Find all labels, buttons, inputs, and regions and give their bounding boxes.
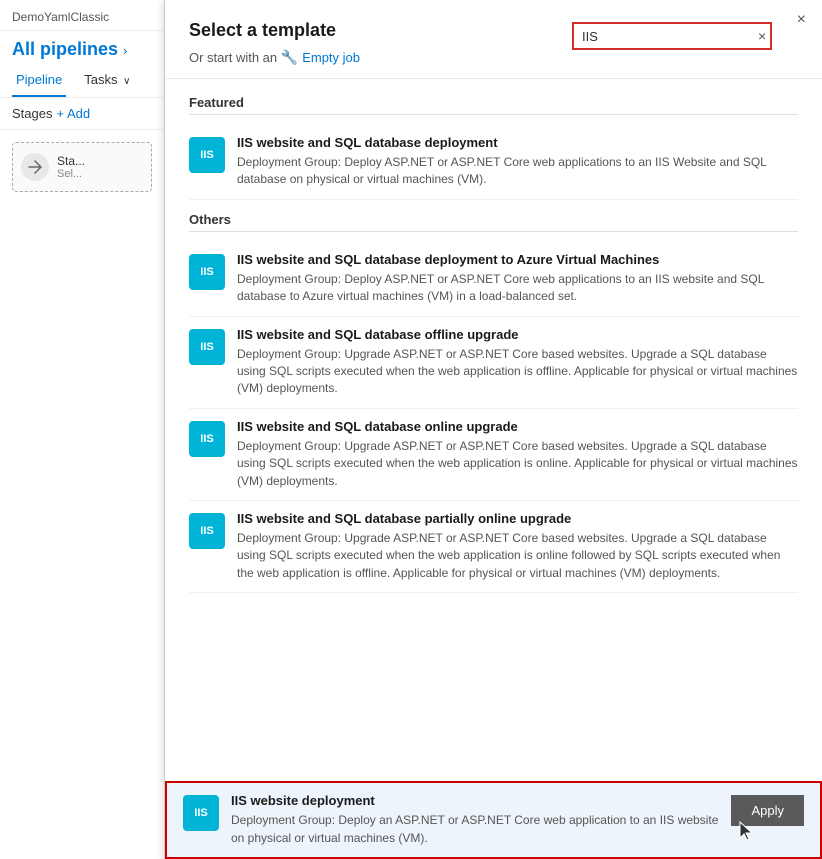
search-clear-icon[interactable]: ×	[758, 28, 766, 44]
tasks-chevron-icon: ∨	[123, 76, 130, 87]
template-desc-others-1: Deployment Group: Upgrade ASP.NET or ASP…	[237, 346, 798, 398]
template-modal: × × Select a template Or start with an 🔧…	[165, 0, 822, 859]
template-name-others-0: IIS website and SQL database deployment …	[237, 252, 798, 267]
breadcrumb[interactable]: All pipelines ›	[0, 31, 164, 64]
modal-content: Featured IIS IIS website and SQL databas…	[165, 79, 822, 859]
template-item-others-2[interactable]: IIS IIS website and SQL database online …	[189, 409, 798, 501]
sidebar: DemoYamlClassic All pipelines › Pipeline…	[0, 0, 165, 859]
sidebar-nav: Pipeline Tasks ∨	[0, 64, 164, 98]
selected-template-row[interactable]: IIS IIS website deployment Deployment Gr…	[165, 781, 822, 859]
template-name-others-2: IIS website and SQL database online upgr…	[237, 419, 798, 434]
others-label: Others	[189, 212, 798, 232]
others-section: Others IIS IIS website and SQL database …	[189, 212, 798, 593]
apply-button[interactable]: Apply	[731, 795, 804, 826]
stages-bar: Stages + Add	[0, 98, 164, 130]
template-name-others-3: IIS website and SQL database partially o…	[237, 511, 798, 526]
app-name: DemoYamlClassic	[0, 0, 164, 31]
stage-title: Sta...	[57, 154, 85, 168]
template-item-others-1[interactable]: IIS IIS website and SQL database offline…	[189, 317, 798, 409]
search-container: ×	[572, 22, 772, 50]
template-name-others-1: IIS website and SQL database offline upg…	[237, 327, 798, 342]
template-desc-others-0: Deployment Group: Deploy ASP.NET or ASP.…	[237, 271, 798, 306]
template-item-featured-0[interactable]: IIS IIS website and SQL database deploym…	[189, 125, 798, 200]
template-desc-others-2: Deployment Group: Upgrade ASP.NET or ASP…	[237, 438, 798, 490]
search-input[interactable]	[582, 29, 758, 44]
selected-template-name: IIS website deployment	[231, 793, 719, 808]
iis-badge-others-3: IIS	[189, 513, 225, 549]
iis-badge-others-0: IIS	[189, 254, 225, 290]
add-stage-button[interactable]: + Add	[56, 106, 90, 121]
close-button[interactable]: ×	[797, 12, 806, 28]
stage-icon	[21, 153, 49, 181]
iis-badge-others-1: IIS	[189, 329, 225, 365]
template-desc-others-3: Deployment Group: Upgrade ASP.NET or ASP…	[237, 530, 798, 582]
sidebar-nav-tasks[interactable]: Tasks ∨	[80, 64, 134, 97]
iis-badge-featured-0: IIS	[189, 137, 225, 173]
modal-subtitle: Or start with an 🔧 Empty job	[189, 49, 798, 66]
stage-subtitle: Sel...	[57, 168, 85, 180]
iis-badge-selected: IIS	[183, 795, 219, 831]
stage-card[interactable]: Sta... Sel...	[12, 142, 152, 192]
iis-badge-others-2: IIS	[189, 421, 225, 457]
empty-job-link[interactable]: 🔧 Empty job	[281, 49, 360, 66]
featured-label: Featured	[189, 95, 798, 115]
template-item-others-0[interactable]: IIS IIS website and SQL database deploym…	[189, 242, 798, 317]
template-desc-featured-0: Deployment Group: Deploy ASP.NET or ASP.…	[237, 154, 798, 189]
empty-job-icon: 🔧	[281, 49, 298, 66]
sidebar-nav-pipeline[interactable]: Pipeline	[12, 64, 66, 97]
search-box: ×	[572, 22, 772, 50]
template-item-others-3[interactable]: IIS IIS website and SQL database partial…	[189, 501, 798, 593]
template-name-featured-0: IIS website and SQL database deployment	[237, 135, 798, 150]
selected-template-desc: Deployment Group: Deploy an ASP.NET or A…	[231, 812, 719, 847]
